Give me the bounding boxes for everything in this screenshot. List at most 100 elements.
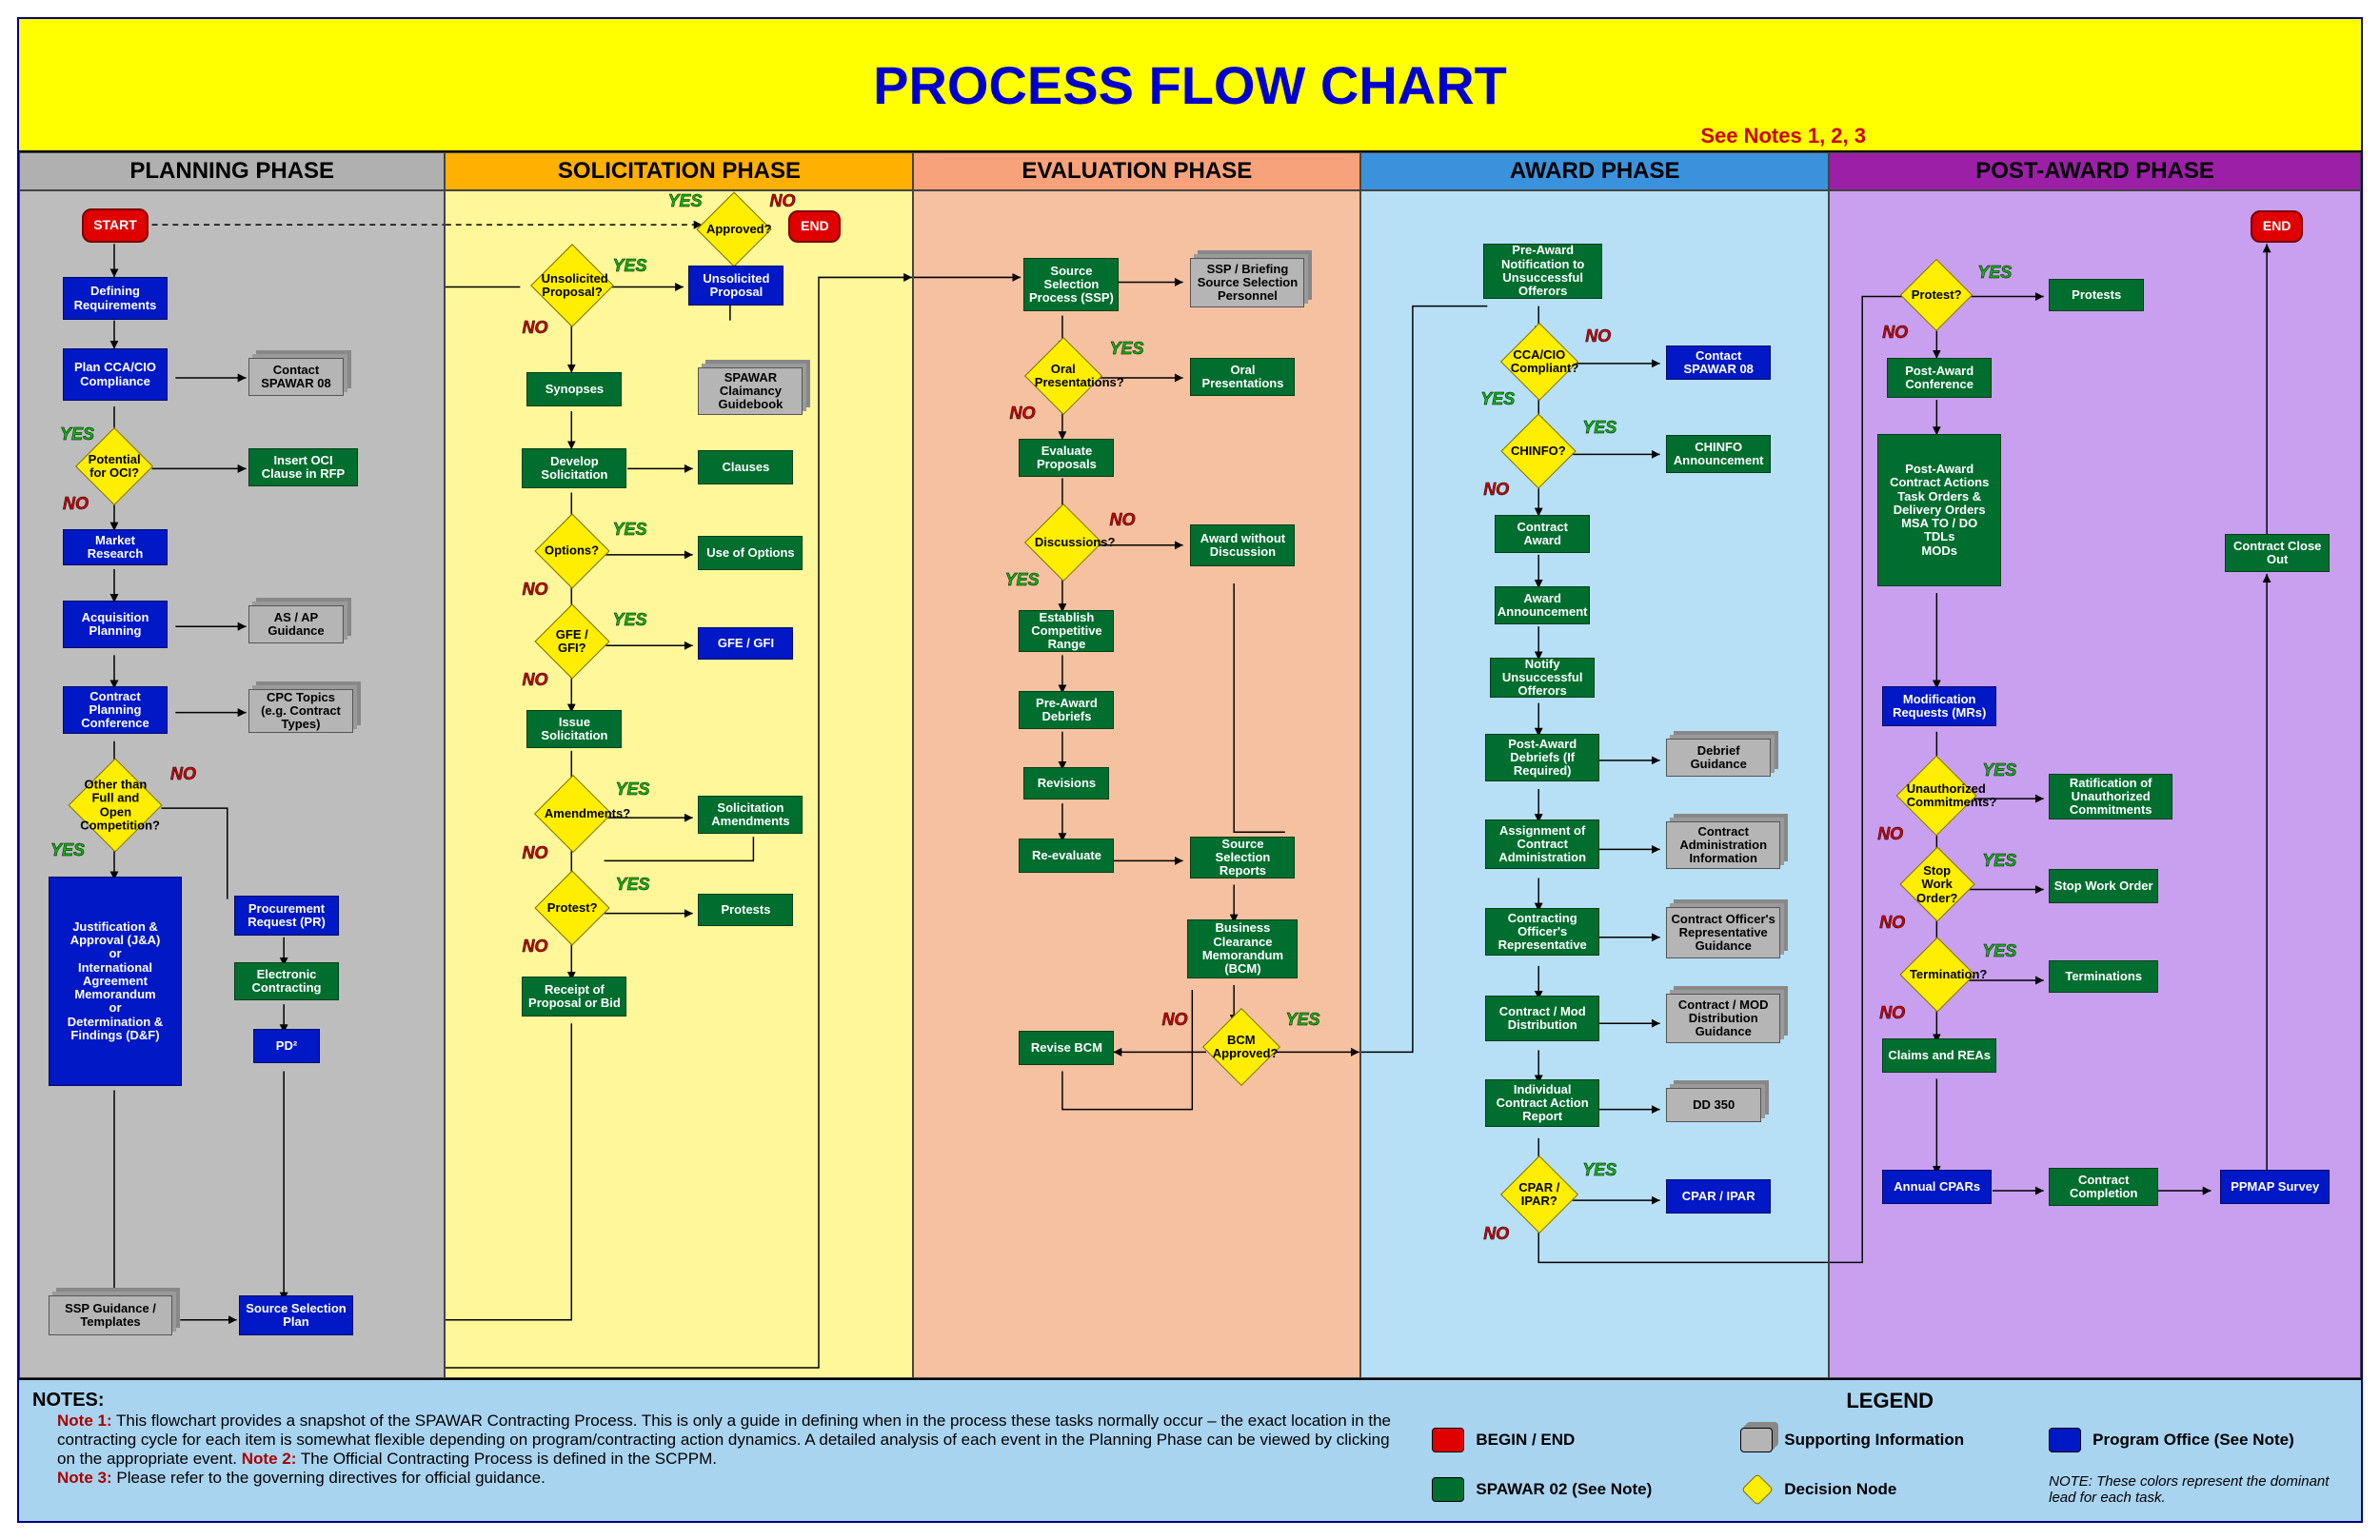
no-label: NO — [1882, 323, 1908, 343]
node-contract-mod-dist: Contract / Mod Distribution — [1485, 996, 1599, 1041]
no-label: NO — [1483, 1224, 1509, 1244]
note3-label: Note 3: — [57, 1469, 112, 1487]
node-ssp: Source Selection Process (SSP) — [1023, 258, 1119, 311]
lane-award: Pre-Award Notification to Unsuccessful O… — [1360, 190, 1829, 1378]
title-band: PROCESS FLOW CHART See Notes 1, 2, 3 — [19, 19, 2361, 152]
node-annual-cpars: Annual CPARs — [1882, 1170, 1992, 1204]
yes-label: YES — [1982, 851, 2016, 871]
notes-header: NOTES: — [32, 1390, 1405, 1412]
decision-cpar-ipar: CPAR / IPAR? — [1500, 1155, 1578, 1234]
node-protests-post: Protests — [2049, 279, 2144, 311]
node-contact-spawar08-award: Contact SPAWAR 08 — [1666, 346, 1771, 380]
yes-label: YES — [1480, 389, 1515, 409]
node-mod-requests: Modification Requests (MRs) — [1882, 686, 1996, 726]
node-chinfo-announcement: CHINFO Announcement — [1666, 435, 1771, 473]
node-use-of-options: Use of Options — [698, 536, 803, 570]
no-label: NO — [1161, 1010, 1187, 1030]
phase-header-solicitation: SOLICITATION PHASE — [445, 152, 913, 190]
see-notes-label: See Notes 1, 2, 3 — [1700, 124, 1866, 148]
decision-unauth-commitments: Unauthorized Commitments? — [1896, 756, 1977, 837]
decision-stop-work: Stop Work Order? — [1900, 846, 1975, 921]
node-solicitation-amendments: Solicitation Amendments — [698, 796, 803, 834]
node-procurement-request: Procurement Request (PR) — [234, 896, 339, 936]
notes-section: NOTES: Note 1: This flowchart provides a… — [19, 1380, 1418, 1521]
node-defining-requirements: Defining Requirements — [63, 277, 168, 320]
yes-label: YES — [60, 424, 94, 444]
yes-label: YES — [1982, 941, 2016, 961]
node-clauses: Clauses — [698, 450, 793, 484]
doc-admin-info: Contract Administration Information — [1666, 821, 1780, 869]
doc-contact-spawar08: Contact SPAWAR 08 — [248, 358, 344, 396]
phase-header-award: AWARD PHASE — [1360, 152, 1829, 190]
decision-termination: Termination? — [1900, 937, 1975, 1012]
node-receipt-bid: Receipt of Proposal or Bid — [522, 977, 626, 1017]
node-source-selection-plan: Source Selection Plan — [239, 1295, 353, 1335]
no-label: NO — [63, 494, 89, 514]
node-gfe-gfi: GFE / GFI — [698, 627, 793, 660]
legend-program-office: Program Office (See Note) — [2092, 1431, 2348, 1450]
node-ssr: Source Selection Reports — [1190, 837, 1295, 879]
decision-protest-post: Protest? — [1900, 259, 1973, 331]
node-pd2: PD² — [253, 1029, 320, 1063]
node-preaward-debriefs: Pre-Award Debriefs — [1019, 691, 1114, 729]
node-assign-admin: Assignment of Contract Administration — [1485, 819, 1599, 869]
node-reevaluate: Re-evaluate — [1019, 839, 1114, 873]
yes-label: YES — [1285, 1010, 1319, 1030]
legend-section: LEGEND BEGIN / END Supporting Informatio… — [1418, 1380, 2361, 1521]
node-contract-actions: Post-Award Contract Actions Task Orders … — [1877, 434, 2001, 586]
note3-text: Please refer to the governing directives… — [116, 1469, 545, 1487]
node-terminations: Terminations — [2049, 960, 2158, 993]
legend-supporting: Supporting Information — [1784, 1431, 2039, 1450]
doc-ssp-templates: SSP Guidance / Templates — [49, 1295, 172, 1335]
yes-label: YES — [667, 191, 702, 211]
decision-chinfo: CHINFO? — [1501, 413, 1577, 488]
no-label: NO — [1009, 404, 1035, 424]
node-ppmap-survey: PPMAP Survey — [2220, 1170, 2330, 1204]
yes-label: YES — [612, 610, 646, 630]
no-label: NO — [522, 843, 547, 863]
decision-oral-presentations: Oral Presentations? — [1024, 337, 1102, 415]
node-oral-presentations: Oral Presentations — [1190, 358, 1295, 396]
node-contract-completion: Contract Completion — [2049, 1168, 2158, 1206]
node-stop-work-order: Stop Work Order — [2049, 869, 2158, 903]
node-contract-award: Contract Award — [1495, 515, 1590, 553]
node-preaward-notification: Pre-Award Notification to Unsuccessful O… — [1483, 244, 1602, 299]
node-issue-solicitation: Issue Solicitation — [526, 710, 622, 748]
node-claims-reas: Claims and REAs — [1882, 1038, 1996, 1073]
node-revise-bcm: Revise BCM — [1019, 1031, 1114, 1065]
doc-ssp-briefing: SSP / Briefing Source Selection Personne… — [1190, 258, 1304, 307]
no-label: NO — [522, 318, 547, 338]
node-action-report: Individual Contract Action Report — [1485, 1079, 1599, 1127]
node-cpc-conference: Contract Planning Conference — [63, 686, 168, 734]
node-establish-range: Establish Competitive Range — [1019, 610, 1114, 652]
decision-protest-sol: Protest? — [535, 870, 610, 945]
no-label: NO — [1483, 480, 1509, 500]
node-postaward-conference: Post-Award Conference — [1887, 358, 1992, 398]
phase-header-planning: PLANNING PHASE — [19, 152, 445, 190]
doc-contract-mod-guidance: Contract / MOD Distribution Guidance — [1666, 994, 1780, 1043]
yes-label: YES — [1109, 339, 1143, 359]
lane-planning: START Defining Requirements Plan CCA/CIO… — [19, 190, 445, 1378]
node-plan-cca: Plan CCA/CIO Compliance — [63, 348, 168, 401]
note2-text: The Official Contracting Process is defi… — [301, 1450, 717, 1468]
no-label: NO — [522, 937, 547, 957]
node-synopses: Synopses — [526, 372, 622, 406]
swatch-spawar02 — [1432, 1477, 1464, 1502]
yes-label: YES — [612, 520, 646, 540]
decision-other-than-foc: Other than Full and Open Competition? — [69, 759, 163, 853]
yes-label: YES — [1977, 263, 2012, 283]
phase-header-postaward: POST-AWARD PHASE — [1829, 152, 2361, 190]
node-postaward-debriefs: Post-Award Debriefs (If Required) — [1485, 734, 1599, 781]
doc-dd350: DD 350 — [1666, 1088, 1761, 1122]
no-label: NO — [522, 580, 547, 600]
node-cpar-ipar: CPAR / IPAR — [1666, 1179, 1771, 1214]
phase-header-evaluation: EVALUATION PHASE — [913, 152, 1360, 190]
swatch-supporting — [1740, 1428, 1773, 1452]
yes-label: YES — [50, 840, 85, 860]
node-unsolicited-proposal: Unsolicited Proposal — [688, 266, 783, 306]
no-label: NO — [1879, 1003, 1905, 1023]
decision-bcm-approved: BCM Approved? — [1202, 1008, 1280, 1086]
node-award-without-discussion: Award without Discussion — [1190, 524, 1295, 566]
no-label: NO — [1877, 824, 1903, 844]
doc-debrief-guidance: Debrief Guidance — [1666, 739, 1771, 777]
